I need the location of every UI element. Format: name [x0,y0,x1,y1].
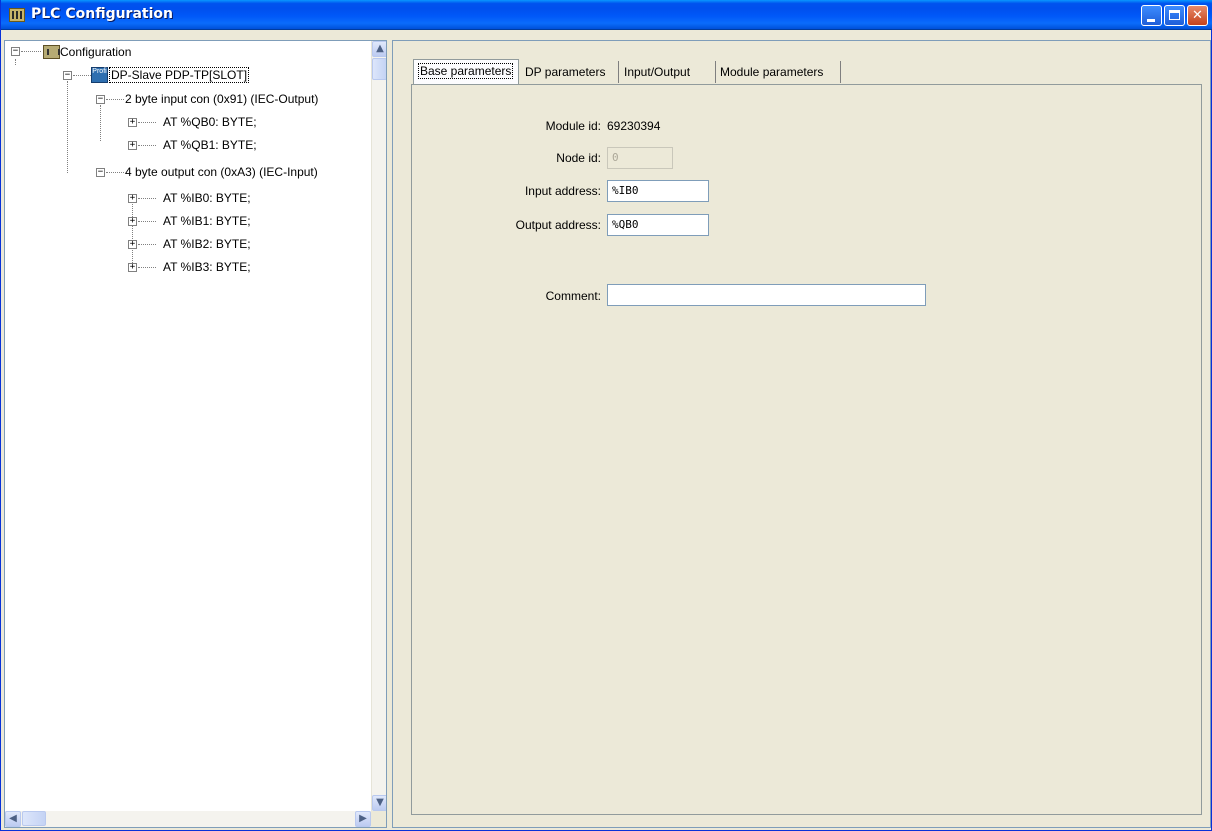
expand-channel-expander[interactable]: + [128,217,137,226]
tree-node-configuration[interactable]: Configuration [60,43,131,61]
tree-content: − Configuration − Profi DP-Slave PDP-TP[… [5,41,371,811]
collapse-module-output-expander[interactable]: − [96,168,105,177]
tree-node-input-module[interactable]: 2 byte input con (0x91) (IEC-Output) [125,90,318,108]
scroll-right-button[interactable]: ▶ [355,811,371,827]
scroll-up-button[interactable]: ▲ [372,41,386,57]
tree-line [132,199,133,271]
tab-base-parameters-label: Base parameters [418,63,514,79]
expand-channel-expander[interactable]: + [128,194,137,203]
tree-line [138,198,156,199]
maximize-button[interactable] [1164,5,1185,26]
configuration-tree[interactable]: − Configuration − Profi DP-Slave PDP-TP[… [4,40,387,828]
node-id-label: Node id: [556,151,601,165]
plc-app-icon [9,8,25,22]
tree-vertical-scrollbar[interactable]: ▲ ▼ [371,41,386,811]
tree-line [106,99,124,100]
output-address-label: Output address: [515,218,601,232]
tree-node-channel[interactable]: AT %IB1: BYTE; [163,212,251,230]
base-parameters-panel: Module id: 69230394 Node id: 0 Input add… [411,84,1202,815]
minimize-icon [1147,19,1155,22]
scrollbar-corner [371,811,386,827]
tree-node-output-module[interactable]: 4 byte output con (0xA3) (IEC-Input) [125,163,318,181]
expand-channel-expander[interactable]: + [128,141,137,150]
module-properties-pane: Base parameters DP parameters Input/Outp… [392,40,1211,828]
tree-node-channel[interactable]: AT %QB1: BYTE; [163,136,257,154]
tree-line [106,172,124,173]
tree-node-channel[interactable]: AT %IB3: BYTE; [163,258,251,276]
tree-line [15,59,16,65]
tab-input-output[interactable]: Input/Output [620,61,714,83]
tree-line [138,244,156,245]
collapse-root-expander[interactable]: − [11,47,20,56]
module-id-label: Module id: [545,119,601,133]
tab-base-parameters[interactable]: Base parameters [413,59,519,84]
input-address-field[interactable]: %IB0 [607,180,709,202]
tree-horizontal-scrollbar[interactable]: ◀ ▶ [5,811,371,827]
output-address-field[interactable]: %QB0 [607,214,709,236]
profibus-slave-icon: Profi [91,67,108,83]
node-id-field: 0 [607,147,673,169]
tree-node-dp-slave[interactable]: DP-Slave PDP-TP[SLOT] [109,66,250,84]
tree-node-channel[interactable]: AT %IB0: BYTE; [163,189,251,207]
vertical-scroll-thumb[interactable] [372,58,386,80]
maximize-icon [1169,10,1180,20]
collapse-module-input-expander[interactable]: − [96,95,105,104]
expand-channel-expander[interactable]: + [128,118,137,127]
expand-channel-expander[interactable]: + [128,263,137,272]
expand-channel-expander[interactable]: + [128,240,137,249]
close-button[interactable]: ✕ [1187,5,1208,26]
tree-node-channel[interactable]: AT %IB2: BYTE; [163,235,251,253]
input-address-label: Input address: [524,184,601,198]
tree-line [138,221,156,222]
close-icon: ✕ [1192,8,1203,23]
module-id-value: 69230394 [607,119,661,133]
scroll-left-button[interactable]: ◀ [5,811,21,827]
horizontal-scroll-thumb[interactable] [22,811,46,826]
title-bar[interactable]: PLC Configuration ✕ [1,0,1212,30]
tree-line [138,122,156,123]
scroll-down-button[interactable]: ▼ [372,795,386,811]
dp-slave-label: DP-Slave PDP-TP[SLOT] [109,67,250,83]
comment-label: Comment: [545,289,601,303]
window-title: PLC Configuration [31,6,173,22]
tree-line [67,81,68,173]
tree-line [138,145,156,146]
tree-node-channel[interactable]: AT %QB0: BYTE; [163,113,257,131]
tree-line [138,267,156,268]
configuration-folder-icon [43,45,60,59]
collapse-slave-expander[interactable]: − [63,71,72,80]
tree-line [73,75,91,76]
tab-module-parameters[interactable]: Module parameters [715,61,841,83]
plc-configuration-window: PLC Configuration ✕ − Configuration − Pr… [0,0,1212,831]
tab-dp-parameters[interactable]: DP parameters [521,61,619,83]
tree-line [21,51,41,52]
comment-field[interactable] [607,284,926,306]
minimize-button[interactable] [1141,5,1162,26]
tree-line [100,105,101,141]
